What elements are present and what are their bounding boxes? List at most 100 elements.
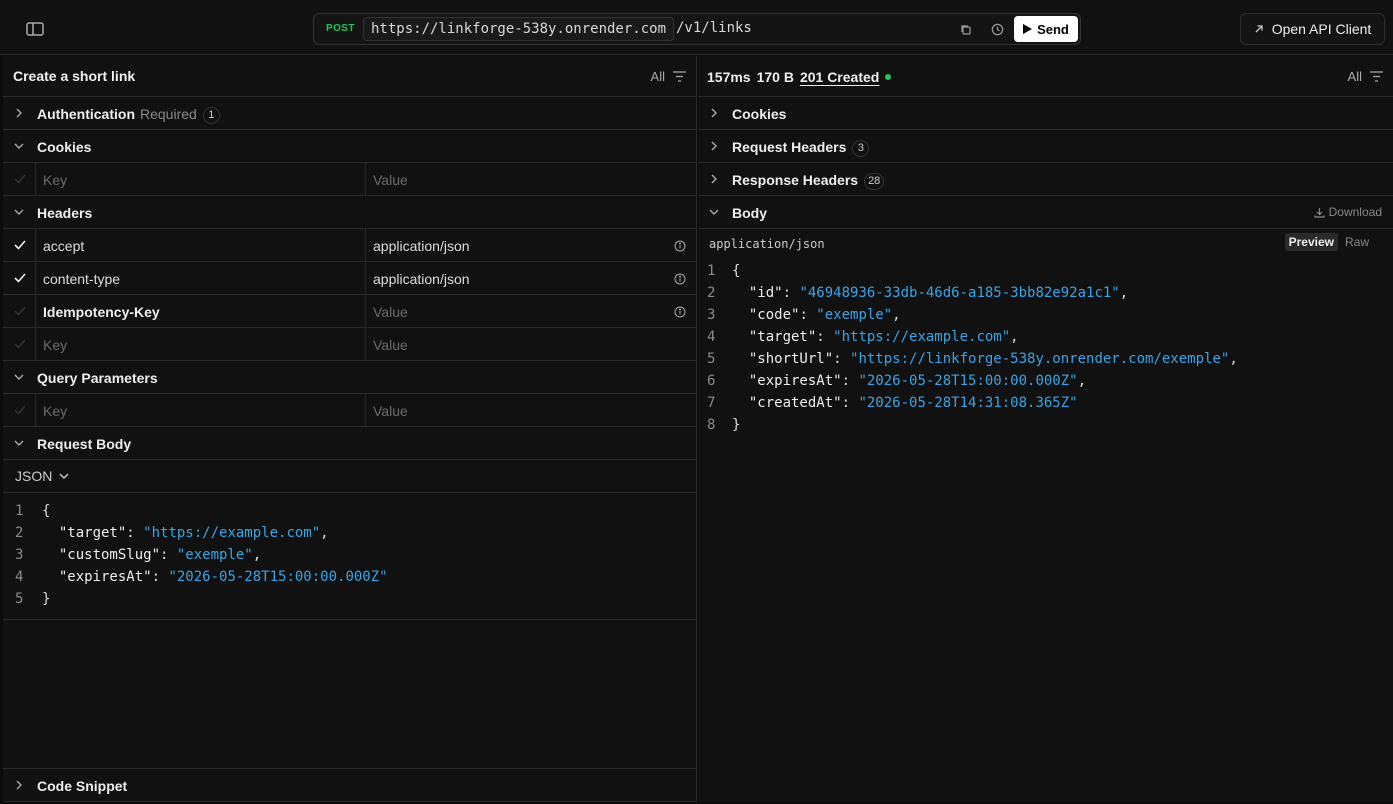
preview-tab[interactable]: Preview [1284,233,1338,251]
header-key-input[interactable]: accept [43,238,84,254]
request-body-section[interactable]: Request Body [3,427,696,460]
header-value-input[interactable]: application/json [373,271,470,287]
response-headers-title: Response Headers 28 [732,172,885,190]
response-body-section[interactable]: Body Download [698,196,1393,229]
column-divider [365,394,366,426]
code-text: } [42,591,50,607]
code-text: "createdAt": "2026-05-28T14:31:08.365Z" [748,395,1078,411]
header-row: Idempotency-Key Value [3,295,696,328]
request-headers-section[interactable]: Request Headers 3 [698,130,1393,163]
response-status: 157ms 170 B 201 Created [707,69,892,85]
cookie-key-input[interactable]: Key [43,172,67,188]
authentication-title: Authentication Required 1 [37,106,220,124]
header-key-input[interactable]: Idempotency-Key [43,304,160,320]
request-address-bar: POST https://linkforge-538y.onrender.com… [313,13,1081,45]
request-body-editor[interactable]: 1{ 2 "target": "https://example.com", 3 … [3,493,696,620]
column-divider [365,229,366,261]
json-key: "target" [748,329,817,345]
json-key: "id" [748,285,783,301]
header-key-input[interactable]: content-type [43,271,120,287]
body-format-bar: JSON [3,460,696,493]
header-enable-checkbox[interactable] [3,328,36,360]
code-text: "target": "https://example.com", [748,329,1019,345]
authentication-label: Authentication [37,106,135,122]
chevron-down-icon [59,473,69,479]
code-snippet-section[interactable]: Code Snippet [3,768,697,802]
header-key-input[interactable]: Key [43,337,67,353]
chevron-down-icon [14,440,24,446]
info-icon[interactable] [674,240,686,252]
code-text: "customSlug": "exemple", [58,547,262,563]
line-number: 7 [707,395,716,411]
open-api-client-label: Open API Client [1271,21,1372,37]
code-text: "target": "https://example.com", [58,525,329,541]
line-number: 4 [707,329,716,345]
line-number: 8 [707,417,716,433]
json-key: "createdAt" [748,395,842,411]
body-format-select[interactable]: JSON [15,468,69,484]
play-icon [1023,24,1033,34]
json-string: "exemple" [176,547,253,563]
arrow-up-right-icon [1255,25,1263,33]
info-icon[interactable] [674,273,686,285]
check-icon [14,240,26,250]
json-punct: } [732,417,741,433]
open-api-client-button[interactable]: Open API Client [1240,13,1385,45]
sidebar-toggle-icon[interactable] [24,19,46,39]
headers-section[interactable]: Headers [3,196,696,229]
code-text: "code": "exemple", [748,307,901,323]
history-icon[interactable] [990,22,1005,37]
content-type-label: application/json [709,237,825,251]
request-panel-header: Create a short link All [3,56,696,97]
response-filter[interactable]: All [1348,69,1383,84]
cookies-section[interactable]: Cookies [3,130,696,163]
code-text: { [732,263,740,279]
column-divider [365,328,366,360]
request-headers-label: Request Headers [732,139,847,155]
filter-icon [1370,71,1383,82]
query-key-input[interactable]: Key [43,403,67,419]
header-value-input[interactable]: Value [373,304,408,320]
query-value-input[interactable]: Value [373,403,408,419]
authentication-section[interactable]: Authentication Required 1 [3,97,696,130]
download-button[interactable]: Download [1314,205,1382,219]
json-key: "target" [58,525,127,541]
header-value-input[interactable]: Value [373,337,408,353]
server-url[interactable]: https://linkforge-538y.onrender.com [363,17,675,41]
json-key: "shortUrl" [748,351,834,367]
line-number: 3 [15,547,24,563]
cookie-value-input[interactable]: Value [373,172,408,188]
query-enable-checkbox[interactable] [3,394,36,426]
header-row-new: Key Value [3,328,696,361]
chevron-right-icon [16,108,22,118]
response-cookies-section[interactable]: Cookies [698,97,1393,130]
http-method-badge[interactable]: POST [326,23,355,34]
view-toggle: Preview Raw [1284,233,1373,251]
copy-icon[interactable] [959,23,973,37]
raw-tab[interactable]: Raw [1341,233,1373,251]
json-punct: { [732,263,741,279]
header-enable-checkbox[interactable] [3,262,36,294]
cookie-enable-checkbox[interactable] [3,163,36,195]
response-size: 170 B [756,69,794,85]
header-value-input[interactable]: application/json [373,238,470,254]
filter-label: All [650,69,665,84]
authentication-required: Required [140,106,197,122]
header-row: content-type application/json [3,262,696,295]
header-enable-checkbox[interactable] [3,229,36,261]
response-headers-section[interactable]: Response Headers 28 [698,163,1393,196]
download-label: Download [1328,205,1382,219]
request-headers-count: 3 [852,140,870,157]
send-button[interactable]: Send [1014,16,1078,42]
request-filter[interactable]: All [651,69,686,84]
query-parameters-section[interactable]: Query Parameters [3,361,696,394]
filter-label: All [1347,69,1362,84]
column-divider [365,295,366,327]
status-code-link[interactable]: 201 Created [800,69,879,85]
request-headers-title: Request Headers 3 [732,139,870,157]
chevron-right-icon [711,108,717,118]
chevron-right-icon [711,141,717,151]
request-path[interactable]: /v1/links [676,20,752,36]
info-icon[interactable] [674,306,686,318]
header-enable-checkbox[interactable] [3,295,36,327]
